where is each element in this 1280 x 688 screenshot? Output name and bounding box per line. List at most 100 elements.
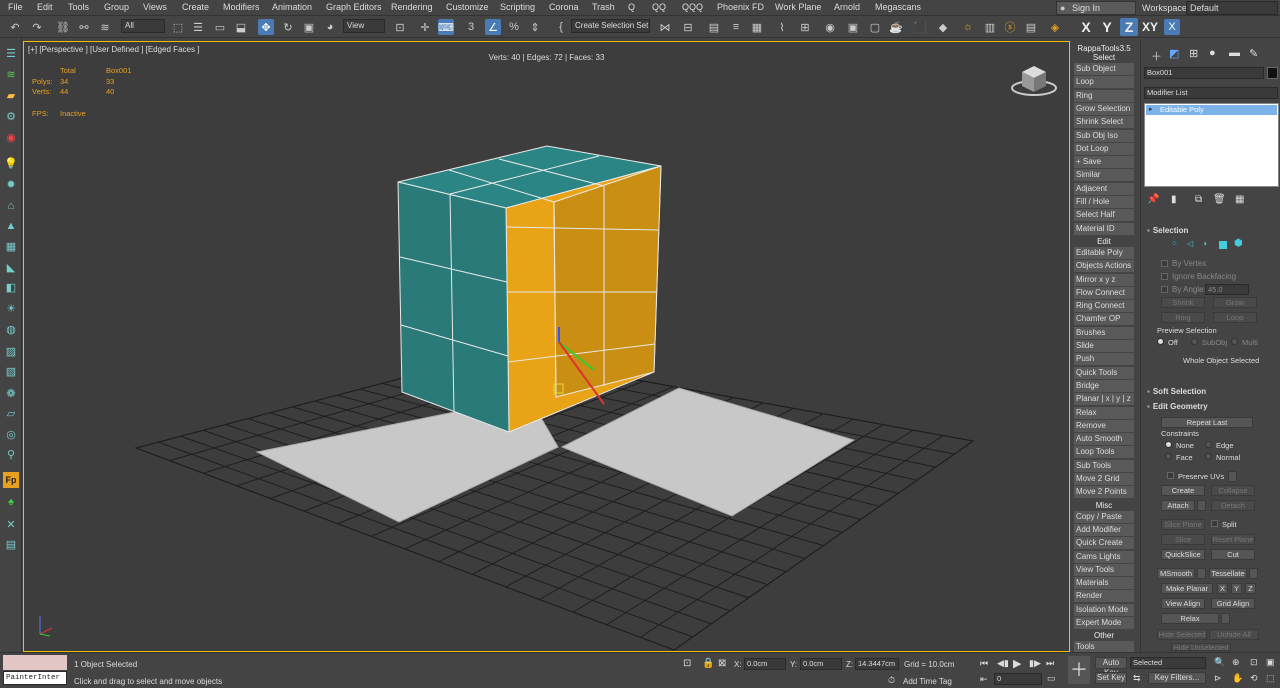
window-crossing-icon[interactable]: ⬓ (233, 19, 249, 35)
pin-stack-icon[interactable]: 📌 (1147, 194, 1159, 205)
layer-explorer-icon[interactable]: ≡ (728, 19, 744, 35)
menu-megascans[interactable]: Megascans (875, 2, 921, 12)
corona-frame-buffer-icon[interactable]: ▥ (982, 19, 998, 35)
menu-graph-editors[interactable]: Graph Editors (326, 2, 382, 12)
preserve-uvs-settings-button[interactable] (1228, 471, 1237, 482)
eye-icon[interactable]: ◎ (3, 426, 19, 442)
select-move-icon[interactable]: ✥ (258, 19, 274, 35)
corona-sun-icon[interactable]: ☀ (3, 300, 19, 316)
auto-key-button[interactable]: Auto Key (1095, 657, 1127, 677)
z-coord-field[interactable]: 14.3447cm (855, 658, 899, 670)
maxscript-listener-mini[interactable] (3, 655, 67, 670)
make-planar-button[interactable]: Make Planar (1161, 583, 1213, 594)
rotate-icon[interactable]: ↻ (280, 19, 296, 35)
zoom-extents-all-icon[interactable]: ▣ (1266, 657, 1275, 668)
rappa-button[interactable]: Select Half (1074, 209, 1134, 222)
wrench-icon[interactable]: ✕ (3, 516, 19, 532)
tessellate-settings-button[interactable] (1249, 568, 1258, 579)
rappa-button[interactable]: Brushes (1074, 326, 1134, 339)
constraint-face-radio[interactable] (1165, 453, 1172, 460)
proxy-icon[interactable]: ▧ (3, 363, 19, 379)
remove-modifier-icon[interactable]: 🗑 (1213, 194, 1226, 205)
constraint-none-radio[interactable] (1165, 441, 1172, 448)
show-end-result-icon[interactable]: ▮ (1171, 194, 1177, 205)
corona-tool-icon[interactable]: ⓢ (1002, 19, 1018, 35)
motion-tab-icon[interactable]: ● (1209, 47, 1216, 59)
modifier-list-dropdown[interactable]: Modifier List (1144, 87, 1278, 99)
forest-pack-icon[interactable]: ⌂ (3, 198, 19, 214)
preview-subobj-radio[interactable] (1191, 338, 1198, 345)
menu-animation[interactable]: Animation (272, 2, 312, 12)
cut-button[interactable]: Cut (1211, 549, 1255, 560)
zoom-icon[interactable]: 🔍 (1214, 657, 1225, 668)
forest-pack-fp-icon[interactable]: Fp (3, 472, 19, 488)
percent-snap-icon[interactable]: % (506, 19, 522, 35)
axis-x-button[interactable]: X (1077, 18, 1095, 36)
place-icon[interactable]: ◕ (322, 19, 338, 35)
modify-tab-icon[interactable]: ◩ (1169, 47, 1179, 60)
lightbulb-icon[interactable]: ⚲ (3, 446, 19, 462)
edit-geometry-rollout-header[interactable]: ▪ Edit Geometry (1147, 402, 1208, 411)
rappa-button[interactable]: Sub Obj Iso (1074, 129, 1134, 142)
corona-lister-icon[interactable]: ▤ (1023, 19, 1039, 35)
x-coord-field[interactable]: 0.0cm (744, 658, 786, 670)
ignore-backfacing-checkbox[interactable] (1161, 273, 1168, 280)
rappa-button[interactable]: Ring Connect (1074, 300, 1134, 313)
undo-icon[interactable]: ↶ (7, 19, 23, 35)
scene-explorer-icon[interactable]: ▤ (706, 19, 722, 35)
orbit-icon[interactable]: ⟲ (1250, 673, 1258, 684)
align-icon[interactable]: ⊟ (680, 19, 696, 35)
preserve-uvs-checkbox[interactable] (1167, 472, 1174, 479)
selection-filter-dropdown[interactable]: All (121, 19, 165, 33)
key-filters-icon[interactable]: ⇆ (1133, 673, 1141, 684)
toggle-ribbon-icon[interactable]: ▦ (749, 19, 765, 35)
maxscript-input[interactable]: PainterInter (3, 671, 67, 685)
rappa-button[interactable]: Adjacent (1074, 182, 1134, 195)
list-icon[interactable]: ▤ (3, 536, 19, 552)
menu-customize[interactable]: Customize (446, 2, 489, 12)
rappa-button[interactable]: Render (1074, 590, 1134, 603)
render-production-icon[interactable]: ☕ (888, 19, 904, 35)
constraint-normal-radio[interactable] (1205, 453, 1212, 460)
attach-settings-button[interactable] (1197, 500, 1206, 511)
rappa-button[interactable]: Quick Tools (1074, 366, 1134, 379)
rappa-button[interactable]: Shrink Select (1074, 116, 1134, 129)
element-icon[interactable]: ⬢ (1234, 238, 1243, 249)
current-frame-field[interactable]: 0 (994, 673, 1042, 685)
planar-x-button[interactable]: X (1217, 583, 1228, 594)
menu-rendering[interactable]: Rendering (391, 2, 433, 12)
rappa-button[interactable]: Auto Smooth (1074, 433, 1134, 446)
rappa-button[interactable]: Sub Tools (1074, 459, 1134, 472)
vertex-icon[interactable]: ⁘ (1171, 239, 1178, 248)
configure-sets-icon[interactable]: ▦ (1235, 194, 1244, 205)
containers-icon[interactable]: ≋ (3, 66, 19, 82)
manipulate-icon[interactable]: ✛ (417, 19, 433, 35)
menu-arnold[interactable]: Arnold (834, 2, 860, 12)
attach-button[interactable]: Attach (1161, 500, 1195, 511)
sign-in-button[interactable]: ● Sign In (1056, 1, 1136, 15)
rappa-button[interactable]: Similar (1074, 169, 1134, 182)
rappa-button[interactable]: Bridge (1074, 379, 1134, 392)
soft-selection-rollout-header[interactable]: ▪ Soft Selection (1147, 387, 1206, 396)
by-vertex-checkbox[interactable] (1161, 260, 1168, 267)
collapse-button[interactable]: Collapse (1211, 485, 1255, 496)
constraint-edge-radio[interactable] (1205, 441, 1212, 448)
zoom-extents-icon[interactable]: ⊡ (1250, 657, 1258, 668)
schematic-view-icon[interactable]: ⊞ (797, 19, 813, 35)
menu-edit[interactable]: Edit (37, 2, 53, 12)
time-tag-icon[interactable]: ⏱ (888, 675, 895, 686)
y-coord-field[interactable]: 0.0cm (800, 658, 842, 670)
redo-icon[interactable]: ↷ (29, 19, 45, 35)
selection-lock-icon[interactable]: 🔒 (702, 658, 714, 669)
menu-scripting[interactable]: Scripting (500, 2, 535, 12)
hierarchy-tab-icon[interactable]: ⊞ (1189, 47, 1198, 60)
absolute-mode-icon[interactable]: ⊠ (718, 658, 726, 669)
railclone-icon[interactable]: ◣ (3, 259, 19, 275)
border-icon[interactable]: ◗ (1203, 239, 1208, 248)
rappa-button[interactable]: Fill / Hole (1074, 196, 1134, 208)
tyflow-icon[interactable]: ▱ (3, 405, 19, 421)
set-key-icon[interactable]: ＋ (1068, 656, 1090, 684)
unlink-icon[interactable]: ⚯ (76, 19, 92, 35)
by-angle-checkbox[interactable] (1161, 286, 1168, 293)
pivot-center-icon[interactable]: ⊡ (392, 19, 408, 35)
